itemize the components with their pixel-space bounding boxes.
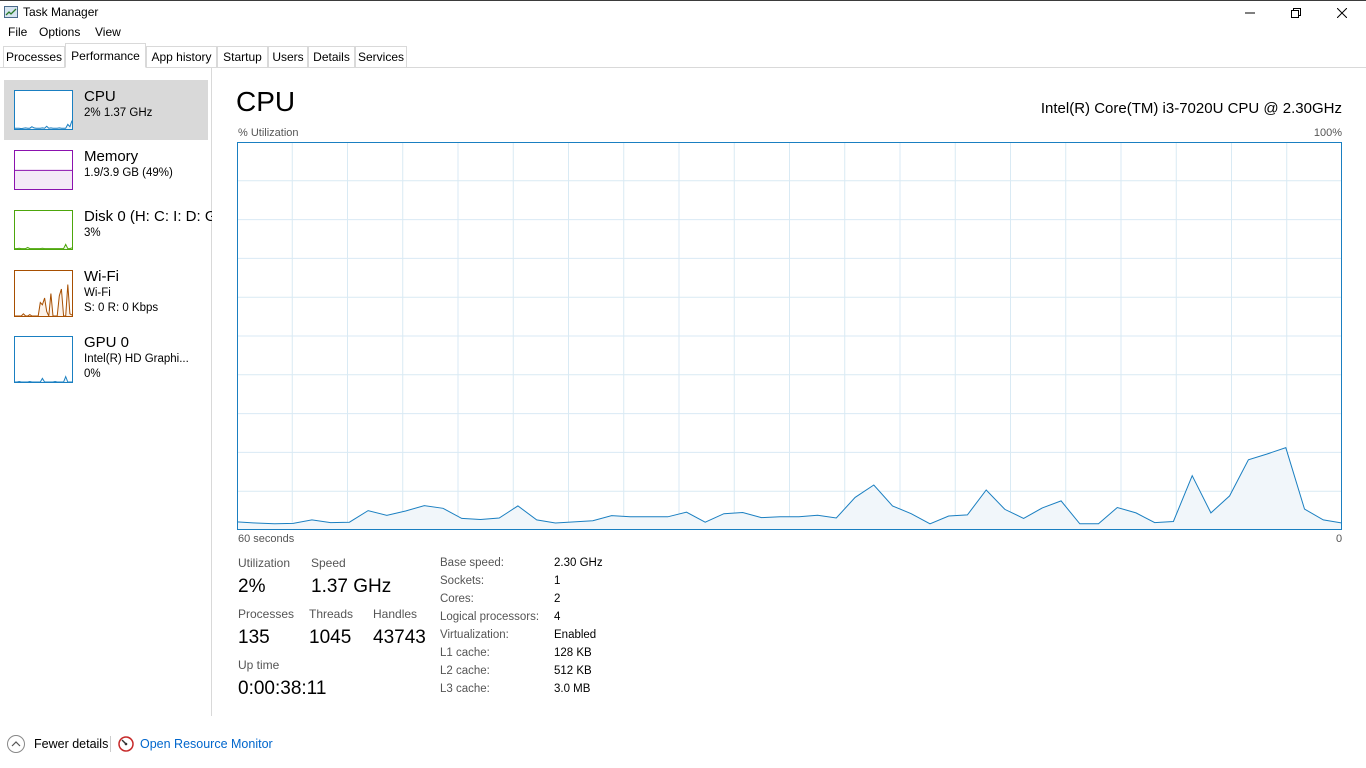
gpu-thumbnail-graph xyxy=(14,336,73,383)
sidebar-item-title: CPU xyxy=(84,88,116,105)
tab-bar: Processes Performance App history Startu… xyxy=(0,43,1366,68)
spec-key: Virtualization: xyxy=(440,629,509,641)
spec-value: 3.0 MB xyxy=(554,683,591,695)
spec-key: Cores: xyxy=(440,593,474,605)
open-resource-monitor-link[interactable]: Open Resource Monitor xyxy=(118,734,273,754)
utilization-axis-label: % Utilization xyxy=(238,127,299,139)
minimize-button[interactable] xyxy=(1227,1,1273,24)
sidebar-item-wifi[interactable]: Wi-Fi Wi-Fi S: 0 R: 0 Kbps xyxy=(4,260,208,322)
spec-value: 1 xyxy=(554,575,561,587)
spec-key: L1 cache: xyxy=(440,647,490,659)
graph-max-label: 100% xyxy=(1313,127,1342,139)
sidebar-item-detail: 3% xyxy=(84,227,101,239)
sidebar-item-detail: Intel(R) HD Graphi... xyxy=(84,353,189,365)
tab-app-history[interactable]: App history xyxy=(146,46,217,67)
sidebar-item-title: Wi-Fi xyxy=(84,268,119,285)
cpu-thumbnail-graph xyxy=(14,90,73,130)
spec-value: 2.30 GHz xyxy=(554,557,603,569)
spec-key: L2 cache: xyxy=(440,665,490,677)
speed-label: Speed xyxy=(311,556,346,570)
spec-value: 2 xyxy=(554,593,561,605)
sidebar-item-detail: 1.9/3.9 GB (49%) xyxy=(84,167,173,179)
title-bar[interactable]: Task Manager xyxy=(0,0,1366,24)
close-icon xyxy=(1337,7,1347,18)
time-span-label: 60 seconds xyxy=(238,533,295,545)
restore-icon xyxy=(1291,7,1301,18)
tab-services[interactable]: Services xyxy=(355,46,407,67)
tab-startup[interactable]: Startup xyxy=(217,46,268,67)
sidebar-item-memory[interactable]: Memory 1.9/3.9 GB (49%) xyxy=(4,140,208,200)
sidebar-item-title: GPU 0 xyxy=(84,334,130,351)
utilization-value: 2% xyxy=(238,576,266,597)
spec-key: Base speed: xyxy=(440,557,504,569)
cpu-model-name: Intel(R) Core(TM) i3-7020U CPU @ 2.30GHz xyxy=(1040,100,1342,117)
tab-users[interactable]: Users xyxy=(268,46,308,67)
spec-value: 128 KB xyxy=(554,647,592,659)
page-title: CPU xyxy=(236,86,296,117)
disk-thumbnail-line xyxy=(15,243,72,249)
utilization-label: Utilization xyxy=(238,556,291,570)
menu-options[interactable]: Options xyxy=(39,25,80,39)
uptime-label: Up time xyxy=(238,658,280,672)
spec-value: 4 xyxy=(554,611,561,623)
sidebar-item-throughput: S: 0 R: 0 Kbps xyxy=(84,302,159,314)
close-button[interactable] xyxy=(1319,1,1365,24)
processes-label: Processes xyxy=(238,607,295,621)
graph-grid xyxy=(237,142,1342,530)
fewer-details-button[interactable]: Fewer details xyxy=(6,734,108,754)
spec-key: Logical processors: xyxy=(440,611,540,623)
footer-divider xyxy=(110,736,111,752)
sidebar-item-disk[interactable]: Disk 0 (H: C: I: D: G 3% xyxy=(4,200,212,260)
spec-value: Enabled xyxy=(554,629,597,641)
wifi-thumbnail-graph xyxy=(14,270,73,317)
sidebar-item-detail: 2% 1.37 GHz xyxy=(84,107,153,119)
uptime-value: 0:00:38:11 xyxy=(238,678,327,699)
resource-monitor-icon xyxy=(118,736,134,752)
cpu-utilization-graph xyxy=(237,142,1342,530)
footer-bar: Fewer details Open Resource Monitor xyxy=(0,716,1366,768)
sidebar-item-gpu[interactable]: GPU 0 Intel(R) HD Graphi... 0% xyxy=(4,326,208,388)
processes-value: 135 xyxy=(238,627,270,648)
menu-file[interactable]: File xyxy=(8,25,27,39)
tab-details[interactable]: Details xyxy=(308,46,355,67)
spec-value: 512 KB xyxy=(554,665,592,677)
threads-value: 1045 xyxy=(309,627,352,648)
sidebar-item-cpu[interactable]: CPU 2% 1.37 GHz xyxy=(4,80,208,140)
speed-value: 1.37 GHz xyxy=(311,576,392,597)
tab-processes[interactable]: Processes xyxy=(3,46,65,67)
menu-bar: File Options View xyxy=(0,24,1366,42)
sidebar-item-title: Memory xyxy=(84,148,139,165)
resource-sidebar: CPU 2% 1.37 GHz Memory 1.9/3.9 GB (49%) … xyxy=(0,68,212,716)
disk-thumbnail-graph xyxy=(14,210,73,250)
tab-performance[interactable]: Performance xyxy=(65,43,146,68)
window-title: Task Manager xyxy=(23,5,99,19)
handles-label: Handles xyxy=(373,607,418,621)
memory-thumbnail-area xyxy=(15,170,72,189)
sidebar-item-usage: 0% xyxy=(84,368,101,380)
menu-view[interactable]: View xyxy=(95,25,121,39)
spec-key: Sockets: xyxy=(440,575,485,587)
task-manager-icon xyxy=(4,6,18,18)
memory-thumbnail-graph xyxy=(14,150,73,190)
fewer-details-label: Fewer details xyxy=(34,737,109,751)
maximize-button[interactable] xyxy=(1273,1,1319,24)
minimize-icon xyxy=(1245,12,1255,13)
open-resource-monitor-label: Open Resource Monitor xyxy=(140,737,273,751)
handles-value: 43743 xyxy=(373,627,426,648)
sidebar-item-detail: Wi-Fi xyxy=(84,287,111,299)
sidebar-item-title: Disk 0 (H: C: I: D: G xyxy=(84,208,212,225)
cpu-thumbnail-line xyxy=(15,120,72,129)
threads-label: Threads xyxy=(309,607,354,621)
spec-key: L3 cache: xyxy=(440,683,490,695)
chevron-up-circle-icon xyxy=(7,735,25,753)
graph-min-label: 0 xyxy=(1336,533,1343,545)
